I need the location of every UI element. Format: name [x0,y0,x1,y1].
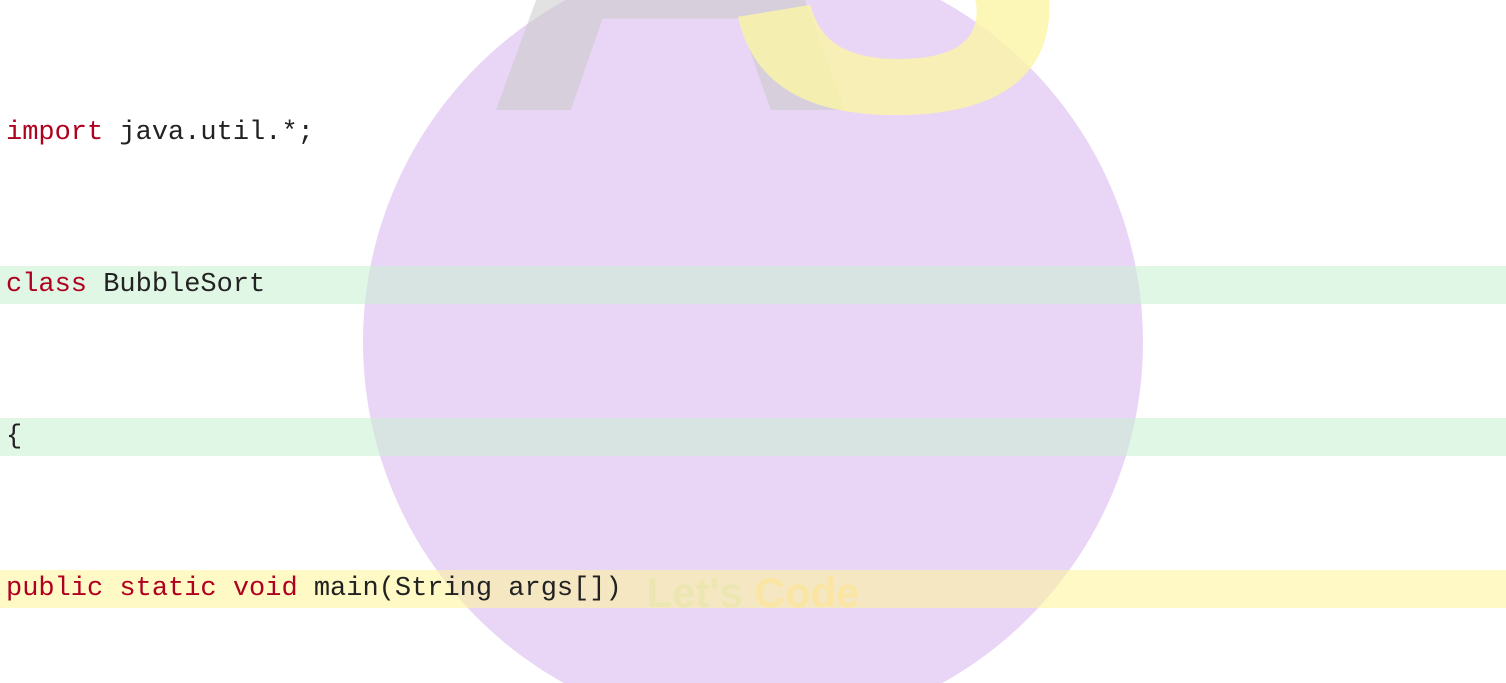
brace: { [6,422,22,452]
keyword-void: void [217,574,298,604]
code-block: import java.util.*; class BubbleSort { p… [0,0,1506,683]
keyword-import: import [6,118,103,148]
class-name: BubbleSort [87,270,265,300]
code-line: class BubbleSort [0,266,1506,304]
keyword-static: static [103,574,216,604]
keyword-class: class [6,270,87,300]
code-text: java.util.*; [103,118,314,148]
code-line: public static void main(String args[]) [0,570,1506,608]
code-line: import java.util.*; [0,114,1506,152]
keyword-public: public [6,574,103,604]
method-signature: main(String args[]) [298,574,622,604]
code-line: { [0,418,1506,456]
